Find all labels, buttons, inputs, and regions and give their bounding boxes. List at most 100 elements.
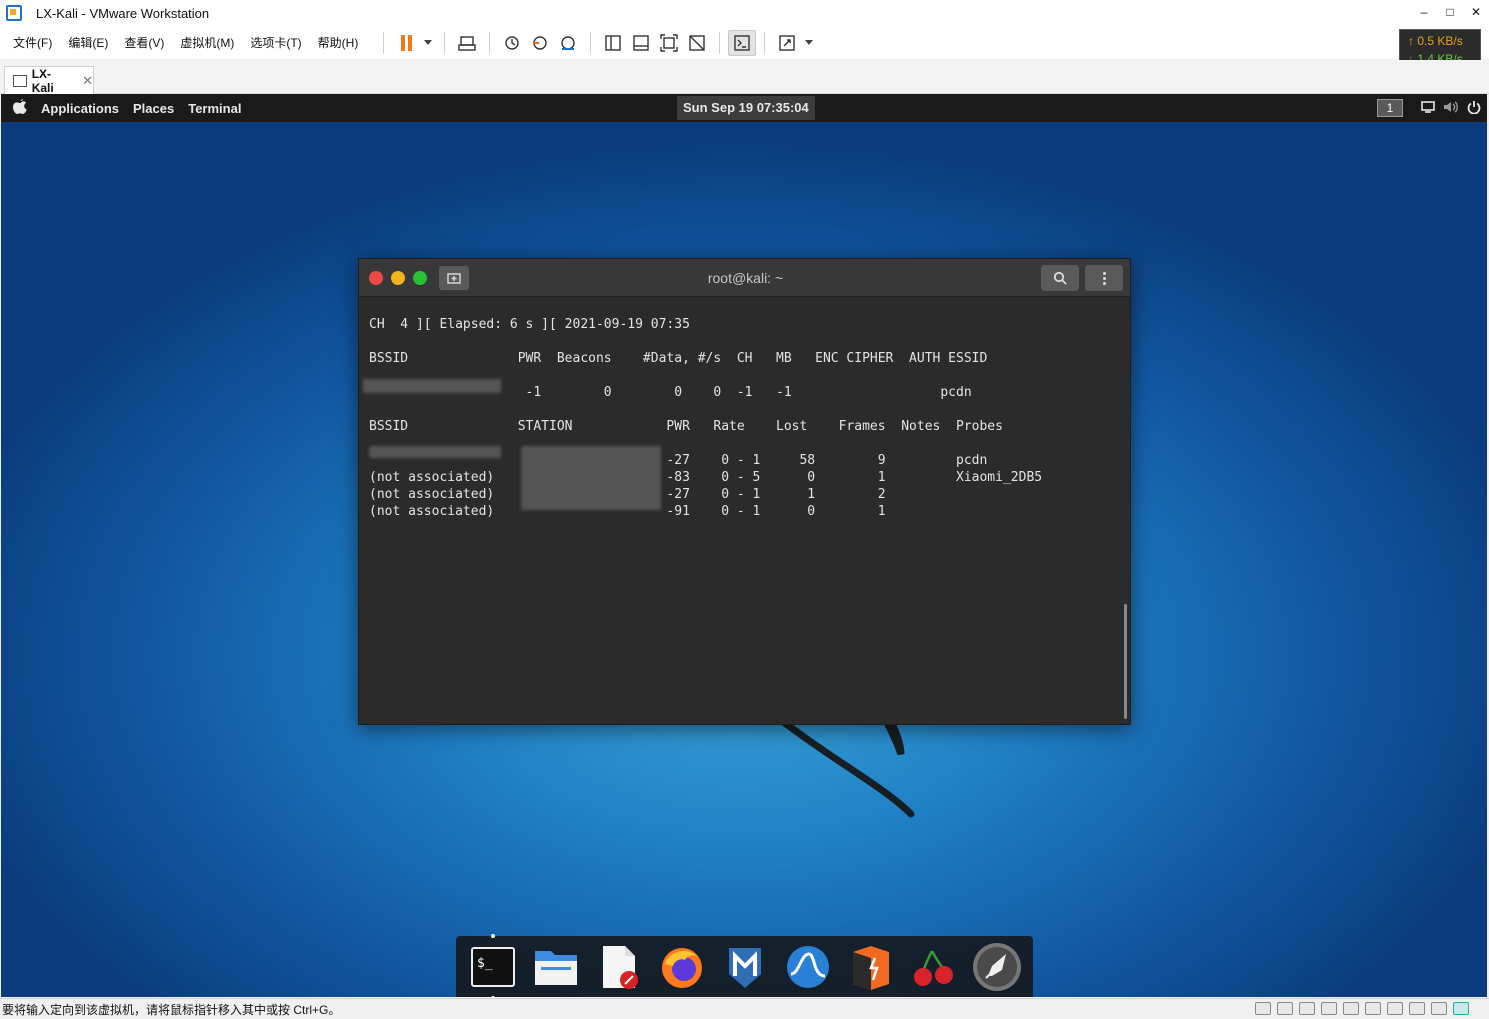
dock-text-editor[interactable]: [592, 940, 645, 994]
send-keys-icon: [458, 35, 477, 51]
hard-disk-icon[interactable]: [1255, 1002, 1271, 1015]
snapshot-icon: [505, 35, 520, 50]
fullscreen-icon: [660, 33, 679, 52]
snapshot-button[interactable]: [498, 30, 526, 56]
menu-view[interactable]: 查看(V): [123, 34, 165, 51]
revert-snapshot-button[interactable]: [526, 30, 554, 56]
guest-desktop[interactable]: Applications Places Terminal Sun Sep 19 …: [1, 94, 1487, 997]
unity-icon: [689, 34, 706, 51]
tab-lx-kali[interactable]: LX-Kali ✕: [4, 66, 94, 95]
maximize-button[interactable]: □: [1437, 0, 1463, 26]
dock-firefox[interactable]: [655, 940, 708, 994]
sound-card-icon[interactable]: [1409, 1002, 1425, 1015]
kebab-dot: [1102, 281, 1106, 285]
stretch-dropdown[interactable]: [801, 30, 817, 56]
stretch-icon: [779, 34, 796, 51]
cherrytree-app-icon: [913, 949, 953, 986]
window-title: LX-Kali - VMware Workstation: [36, 5, 210, 21]
system-tray: 1: [1377, 94, 1481, 122]
terminal-line: (not associated) -83 0 - 5 0 1 Xiaomi_2D…: [369, 470, 1043, 485]
gnome-top-bar: Applications Places Terminal Sun Sep 19 …: [1, 94, 1487, 122]
message-log-icon[interactable]: [1453, 1002, 1469, 1015]
files-app-icon: [534, 950, 577, 985]
printer-icon[interactable]: [1365, 1002, 1381, 1015]
network-adapter-icon[interactable]: [1321, 1002, 1337, 1015]
toolbar-separator: [489, 31, 491, 54]
terminal-line: BSSID STATION PWR Rate Lost Frames Notes…: [369, 419, 1003, 434]
pause-button[interactable]: [392, 30, 420, 56]
send-ctrl-alt-del-button[interactable]: [453, 30, 481, 56]
snapshot-manager-icon: [561, 35, 576, 50]
upload-speed: ↑ 0.5 KB/s: [1408, 34, 1463, 48]
redacted-bssid: [363, 379, 501, 393]
terminal-menu[interactable]: Terminal: [188, 101, 241, 116]
volume-icon[interactable]: [1443, 100, 1459, 117]
pause-icon-bar: [407, 34, 412, 51]
dock-metasploit[interactable]: [718, 940, 771, 994]
show-library-button[interactable]: [599, 30, 627, 56]
hard-disk-icon[interactable]: [1277, 1002, 1293, 1015]
running-indicator: [491, 933, 495, 938]
menu-vm[interactable]: 虚拟机(M): [179, 34, 235, 51]
terminal-scrollbar[interactable]: [1124, 604, 1127, 719]
dock-burpsuite[interactable]: [844, 940, 897, 994]
console-icon: [734, 34, 751, 51]
full-screen-button[interactable]: [655, 30, 683, 56]
dock-terminal[interactable]: $_: [466, 933, 519, 997]
apple-logo-icon[interactable]: [11, 98, 29, 119]
dock-cherrytree[interactable]: [907, 940, 960, 994]
vmware-logo-icon: [6, 5, 22, 21]
dock-wireshark[interactable]: [781, 940, 834, 994]
vmware-titlebar: LX-Kali - VMware Workstation – □ ✕: [0, 0, 1489, 26]
terminal-window[interactable]: root@kali: ~ CH 4 ][ Elapsed: 6 s ][ 202…: [358, 258, 1131, 725]
thumbnail-bar-button[interactable]: [627, 30, 655, 56]
menu-help[interactable]: 帮助(H): [317, 34, 360, 51]
toolbar-separator: [719, 31, 721, 54]
tab-close-icon[interactable]: ✕: [82, 73, 93, 89]
terminal-app-icon: $_: [470, 946, 515, 987]
terminal-output[interactable]: CH 4 ][ Elapsed: 6 s ][ 2021-09-19 07:35…: [363, 316, 1042, 601]
dock-app-launcher[interactable]: [970, 940, 1023, 994]
tab-label: LX-Kali: [31, 66, 54, 95]
terminal-title: root@kali: ~: [707, 270, 784, 286]
dock: $_: [456, 933, 1033, 997]
close-button[interactable]: ✕: [1463, 0, 1489, 26]
library-icon: [605, 34, 622, 51]
terminal-line: BSSID PWR Beacons #Data, #/s CH MB ENC C…: [369, 351, 988, 366]
vmware-statusbar: 要将输入定向到该虚拟机，请将鼠标指针移入其中或按 Ctrl+G。: [0, 998, 1489, 1019]
unity-button[interactable]: [683, 30, 711, 56]
cd-dvd-icon[interactable]: [1299, 1002, 1315, 1015]
workspace-indicator[interactable]: 1: [1377, 99, 1403, 117]
places-menu[interactable]: Places: [133, 101, 174, 116]
minimize-button[interactable]: –: [1411, 0, 1437, 26]
toolbar-separator: [764, 31, 766, 54]
network-adapter-icon[interactable]: [1343, 1002, 1359, 1015]
stretch-guest-button[interactable]: [773, 30, 801, 56]
kebab-dot: [1102, 276, 1106, 280]
menu-file[interactable]: 文件(F): [12, 34, 53, 51]
revert-snapshot-icon: [533, 35, 548, 50]
dock-files[interactable]: [529, 940, 582, 994]
metasploit-app-icon: [728, 947, 761, 988]
terminal-line: CH 4 ][ Elapsed: 6 s ][ 2021-09-19 07:35: [369, 317, 690, 332]
power-dropdown[interactable]: [420, 30, 436, 56]
menubar: 文件(F) 编辑(E) 查看(V) 虚拟机(M) 选项卡(T) 帮助(H): [0, 26, 1489, 59]
clock[interactable]: Sun Sep 19 07:35:04: [677, 96, 815, 120]
power-icon[interactable]: [1467, 100, 1481, 117]
svg-text:$_: $_: [477, 956, 493, 971]
console-view-button[interactable]: [728, 29, 757, 56]
snapshot-manager-button[interactable]: [554, 30, 582, 56]
terminal-search-button[interactable]: [1041, 265, 1079, 291]
menu-tabs[interactable]: 选项卡(T): [249, 34, 302, 51]
terminal-menu-button[interactable]: [1085, 265, 1123, 291]
screen-icon[interactable]: [1421, 100, 1435, 116]
applications-menu[interactable]: Applications: [41, 101, 119, 116]
device-icons: [1249, 1002, 1469, 1015]
toolbar-separator: [590, 31, 592, 54]
usb-icon[interactable]: [1387, 1002, 1403, 1015]
window-controls: – □ ✕: [1411, 0, 1489, 26]
wireshark-app-icon: [786, 945, 829, 988]
running-indicator: [491, 995, 495, 997]
display-icon[interactable]: [1431, 1002, 1447, 1015]
menu-edit[interactable]: 编辑(E): [67, 34, 109, 51]
